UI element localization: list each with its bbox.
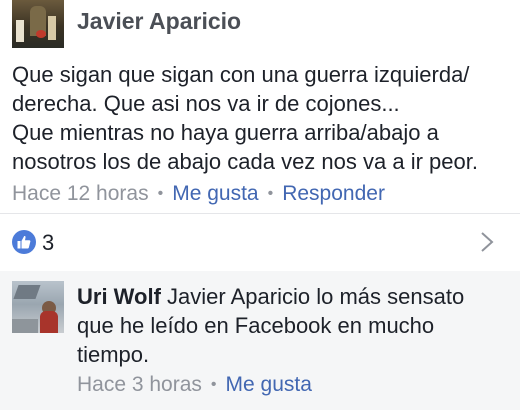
comment-body-line: Que mientras no haya guerra arriba/abajo… xyxy=(12,120,439,145)
comment-body-line: derecha. Que asi nos va ir de cojones... xyxy=(12,91,400,116)
avatar-shape xyxy=(48,16,56,40)
reply-body: Uri Wolf Javier Aparicio lo más sensato … xyxy=(77,282,507,369)
avatar[interactable] xyxy=(12,0,64,48)
separator-dot: • xyxy=(267,185,274,202)
chevron-right-icon[interactable] xyxy=(480,231,494,253)
comment-body: Que sigan que sigan con una guerra izqui… xyxy=(12,60,512,176)
reply-body-text: Javier Aparicio lo más sensato xyxy=(167,284,465,309)
comment-body-line: nosotros los de abajo cada vez nos va a … xyxy=(12,149,478,174)
reply-timestamp[interactable]: Hace 3 horas xyxy=(77,373,202,396)
reply-body-line: Uri Wolf Javier Aparicio lo más sensato xyxy=(77,282,507,311)
reply-body-line: que he leído en Facebook en mucho xyxy=(77,313,435,338)
comment-actions: Hace 12 horas • Me gusta • Responder xyxy=(12,182,385,206)
like-button[interactable]: Me gusta xyxy=(172,182,258,205)
avatar-shape xyxy=(12,319,38,333)
reaction-count: 3 xyxy=(42,230,55,255)
reply-like-button[interactable]: Me gusta xyxy=(226,373,312,396)
comment-body-line: Que sigan que sigan con una guerra izqui… xyxy=(12,62,470,87)
separator-dot: • xyxy=(210,376,217,393)
comment-author-name[interactable]: Javier Aparicio xyxy=(77,8,241,35)
reply-body-line: tiempo. xyxy=(77,342,150,367)
thumbs-up-icon xyxy=(12,230,36,254)
separator-dot: • xyxy=(157,185,164,202)
reply-actions: Hace 3 horas • Me gusta xyxy=(77,373,312,397)
avatar-shape xyxy=(36,30,46,38)
avatar-shape xyxy=(13,285,41,299)
avatar[interactable] xyxy=(12,281,64,333)
thumbs-up-glyph xyxy=(17,235,31,249)
reply-author-name[interactable]: Uri Wolf xyxy=(77,284,161,309)
comment-timestamp[interactable]: Hace 12 horas xyxy=(12,182,149,205)
reply-button[interactable]: Responder xyxy=(282,182,385,205)
avatar-shape xyxy=(40,311,58,333)
reactions-bar[interactable]: 3 xyxy=(0,213,520,272)
avatar-shape xyxy=(16,20,24,42)
